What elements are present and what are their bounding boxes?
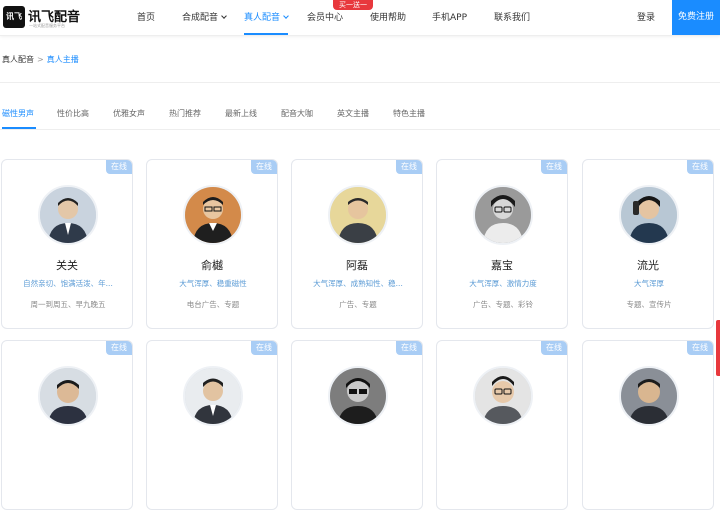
- voice-use-cases: 广告、专题: [339, 300, 377, 309]
- online-status-badge: 在线: [251, 341, 277, 355]
- avatar: [619, 185, 679, 245]
- voice-actor-card[interactable]: 在线: [146, 340, 278, 510]
- voice-actor-name: 关关: [56, 259, 78, 272]
- voice-actor-card[interactable]: 在线 流光 大气浑厚 专题、宣传片: [582, 159, 714, 329]
- tab-newest[interactable]: 最新上线: [225, 108, 257, 130]
- active-tab-underline: [2, 127, 36, 129]
- avatar: [619, 366, 679, 426]
- avatar: [38, 366, 98, 426]
- nav-item-help[interactable]: 使用帮助: [370, 0, 406, 36]
- avatar: [328, 185, 388, 245]
- voice-style-tags: 大气浑厚、成熟知性、稳...: [313, 279, 403, 288]
- breadcrumb-current[interactable]: 真人主播: [47, 55, 79, 64]
- breadcrumb: 真人配音 > 真人主播: [2, 54, 79, 65]
- voice-actor-card[interactable]: 在线: [582, 340, 714, 510]
- tab-magnetic-male[interactable]: 磁性男声: [2, 108, 36, 130]
- avatar: [473, 366, 533, 426]
- avatar: [183, 366, 243, 426]
- voice-use-cases: 专题、宣传片: [626, 300, 672, 309]
- nav-item-human-dubbing[interactable]: 真人配音: [244, 0, 289, 36]
- register-button[interactable]: 免费注册: [672, 0, 720, 35]
- voice-actor-name: 阿磊: [346, 259, 368, 272]
- online-status-badge: 在线: [541, 341, 567, 355]
- nav-item-home[interactable]: 首页: [137, 0, 155, 36]
- online-status-badge: 在线: [251, 160, 277, 174]
- online-status-badge: 在线: [687, 341, 713, 355]
- avatar: [328, 366, 388, 426]
- tab-hot-picks[interactable]: 热门推荐: [169, 108, 201, 130]
- active-nav-underline: [244, 33, 288, 35]
- login-link[interactable]: 登录: [637, 0, 655, 36]
- avatar: [38, 185, 98, 245]
- nav-item-mobile-app[interactable]: 手机APP: [432, 0, 467, 36]
- online-status-badge: 在线: [541, 160, 567, 174]
- online-status-badge: 在线: [687, 160, 713, 174]
- tab-english-voices[interactable]: 英文主播: [337, 108, 369, 130]
- chevron-down-icon: [283, 13, 289, 19]
- online-status-badge: 在线: [106, 160, 132, 174]
- breadcrumb-root[interactable]: 真人配音: [2, 55, 34, 64]
- voice-use-cases: 广告、专题、彩铃: [473, 300, 533, 309]
- online-status-badge: 在线: [396, 341, 422, 355]
- voice-style-tags: 自然亲切、饱满活泼、年...: [23, 279, 113, 288]
- tab-cost-effective[interactable]: 性价比高: [57, 108, 89, 130]
- voice-actor-card[interactable]: 在线 嘉宝 大气浑厚、激情力度 广告、专题、彩铃: [436, 159, 568, 329]
- nav-item-tts-dubbing[interactable]: 合成配音: [182, 0, 227, 36]
- chevron-down-icon: [221, 13, 227, 19]
- tab-top-voices[interactable]: 配音大咖: [281, 108, 313, 130]
- tab-elegant-female[interactable]: 优雅女声: [113, 108, 145, 130]
- logo-tagline: 一站式配音服务平台: [29, 23, 65, 28]
- voice-actor-name: 俞樾: [201, 259, 223, 272]
- online-status-badge: 在线: [106, 341, 132, 355]
- voice-use-cases: 周一到周五、早九晚五: [30, 300, 106, 309]
- breadcrumb-separator: >: [37, 55, 44, 64]
- voice-style-tags: 大气浑厚: [634, 279, 664, 288]
- voice-style-tags: 大气浑厚、激情力度: [469, 279, 537, 288]
- category-tabs: 磁性男声 性价比高 优雅女声 热门推荐 最新上线 配音大咖 英文主播 特色主播: [0, 108, 720, 130]
- voice-use-cases: 电台广告、专题: [186, 300, 240, 309]
- voice-actor-card[interactable]: 在线 阿磊 大气浑厚、成熟知性、稳... 广告、专题: [291, 159, 423, 329]
- tab-featured-voices[interactable]: 特色主播: [393, 108, 425, 130]
- voice-style-tags: 大气浑厚、稳重磁性: [179, 279, 247, 288]
- logo[interactable]: 讯飞 讯飞配音 一站式配音服务平台: [0, 1, 80, 33]
- promo-badge: 买一送一: [333, 0, 373, 10]
- avatar: [473, 185, 533, 245]
- nav-item-contact[interactable]: 联系我们: [494, 0, 530, 36]
- section-divider: [0, 82, 720, 83]
- side-feedback-tab[interactable]: [716, 320, 720, 376]
- voice-actor-card[interactable]: 在线 俞樾 大气浑厚、稳重磁性 电台广告、专题: [146, 159, 278, 329]
- top-navigation-bar: 讯飞 讯飞配音 一站式配音服务平台 首页 合成配音 真人配音 会员中心 买一送一…: [0, 0, 720, 36]
- voice-actor-name: 嘉宝: [491, 259, 513, 272]
- voice-actor-card[interactable]: 在线: [291, 340, 423, 510]
- online-status-badge: 在线: [396, 160, 422, 174]
- voice-actor-card[interactable]: 在线 关关 自然亲切、饱满活泼、年... 周一到周五、早九晚五: [1, 159, 133, 329]
- avatar: [183, 185, 243, 245]
- voice-actor-name: 流光: [637, 259, 659, 272]
- voice-actor-card[interactable]: 在线: [1, 340, 133, 510]
- logo-mark-icon: 讯飞: [3, 6, 25, 28]
- voice-actor-card[interactable]: 在线: [436, 340, 568, 510]
